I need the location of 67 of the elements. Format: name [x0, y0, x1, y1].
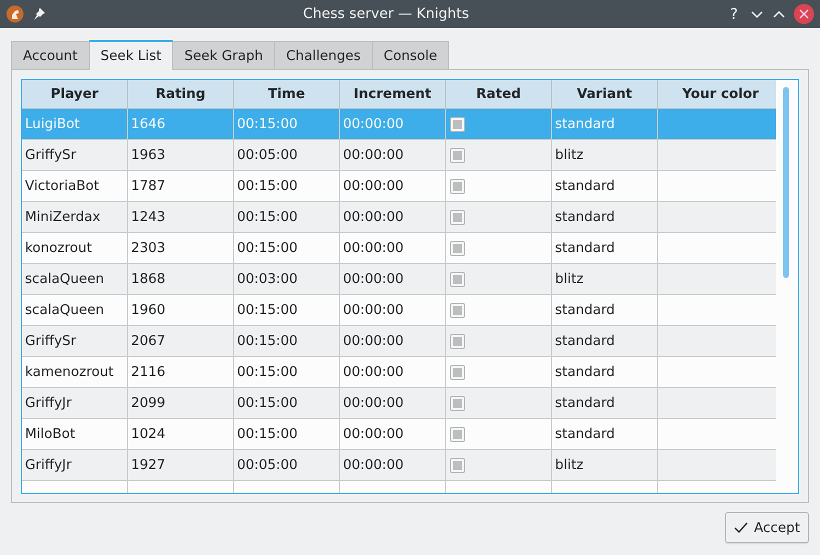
- table-cell: 2067: [128, 326, 234, 356]
- table-cell: standard: [552, 202, 658, 232]
- checkbox[interactable]: [450, 458, 465, 472]
- table-cell: standard: [552, 388, 658, 418]
- checkbox[interactable]: [450, 148, 465, 162]
- table-cell: 00:00:00: [340, 140, 446, 170]
- tab[interactable]: Account: [11, 41, 90, 69]
- checkbox[interactable]: [450, 178, 465, 194]
- column-header[interactable]: Variant: [552, 80, 658, 108]
- accept-button[interactable]: Accept: [724, 512, 809, 543]
- checkbox[interactable]: [450, 240, 465, 256]
- close-button[interactable]: [794, 4, 814, 24]
- table-cell: 00:15:00: [234, 326, 340, 356]
- table-cell: 00:15:00: [234, 388, 340, 418]
- table-cell: 00:05:00: [234, 140, 340, 170]
- table-cell: GriffyJr: [22, 450, 128, 480]
- table-cell: 1868: [128, 264, 234, 294]
- checkbox[interactable]: [450, 396, 465, 410]
- knight-icon[interactable]: [6, 5, 24, 23]
- checkbox[interactable]: [450, 272, 465, 286]
- table-cell: GriffyJr: [22, 388, 128, 418]
- checkmark-icon: [734, 522, 748, 534]
- checkbox[interactable]: [450, 364, 465, 380]
- tab[interactable]: Seek Graph: [172, 41, 276, 69]
- table-cell: blitz: [552, 450, 658, 480]
- table-cell: 1243: [128, 202, 234, 232]
- table-cell: 1963: [128, 140, 234, 170]
- pin-icon[interactable]: [32, 7, 46, 21]
- column-header[interactable]: Rating: [128, 80, 234, 108]
- table-cell: 00:00:00: [340, 264, 446, 294]
- column-header[interactable]: Time: [234, 80, 340, 108]
- table-cell: GriffySr: [22, 326, 128, 356]
- table-cell: 00:00:00: [340, 326, 446, 356]
- table-cell: blitz: [552, 140, 658, 170]
- table-cell: 1646: [128, 108, 234, 140]
- checkbox[interactable]: [450, 302, 465, 318]
- table-cell: 2099: [128, 388, 234, 418]
- column-header[interactable]: Your color: [658, 80, 776, 108]
- table-cell: MiniZerdax: [22, 202, 128, 232]
- table-cell: 00:00:00: [340, 388, 446, 418]
- table-cell: 00:05:00: [234, 450, 340, 480]
- table-cell: 00:03:00: [234, 264, 340, 294]
- column-header[interactable]: Player: [22, 80, 128, 108]
- table-cell: 00:15:00: [234, 108, 340, 140]
- table-cell: GriffySr: [22, 140, 128, 170]
- checkbox[interactable]: [450, 116, 465, 132]
- help-button[interactable]: ?: [726, 5, 742, 23]
- table-cell: 00:15:00: [234, 202, 340, 232]
- checkbox[interactable]: [450, 426, 465, 442]
- table-cell: scalaQueen: [22, 264, 128, 294]
- window-title: Chess server — Knights: [302, 6, 470, 22]
- tab[interactable]: Seek List: [88, 40, 174, 70]
- table-cell: standard: [552, 108, 658, 140]
- column-header[interactable]: Rated: [446, 80, 552, 108]
- table-cell: standard: [552, 326, 658, 356]
- table-cell: 00:00:00: [340, 108, 446, 140]
- table-cell: 1927: [128, 450, 234, 480]
- checkbox[interactable]: [450, 210, 465, 224]
- table-cell: 00:00:00: [340, 450, 446, 480]
- table-cell: 00:00:00: [340, 202, 446, 232]
- scrollbar-thumb[interactable]: [783, 87, 790, 278]
- tab[interactable]: Challenges: [274, 41, 373, 69]
- table-cell: LuigiBot: [22, 108, 128, 140]
- table-cell: blitz: [552, 264, 658, 294]
- checkbox[interactable]: [450, 334, 465, 348]
- column-header[interactable]: Increment: [340, 80, 446, 108]
- tab[interactable]: Console: [372, 41, 450, 69]
